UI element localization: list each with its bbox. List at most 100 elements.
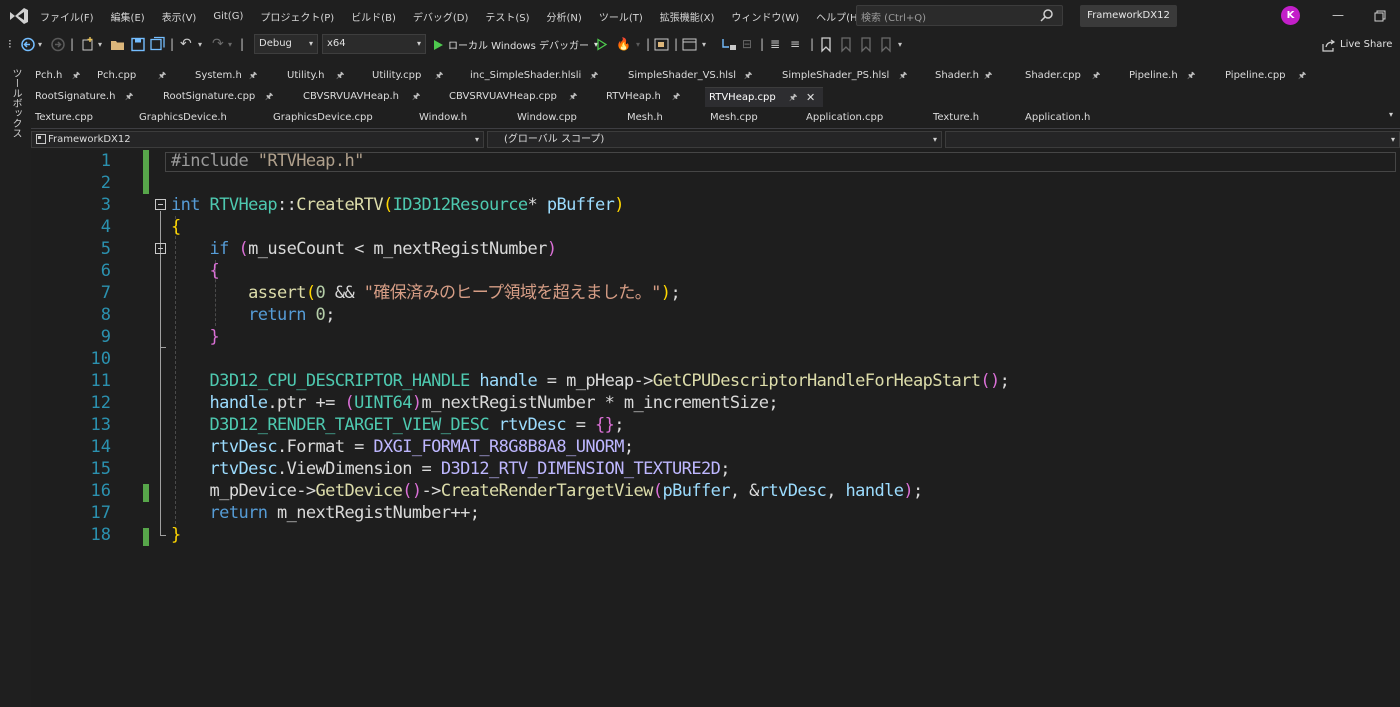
menu-file[interactable]: ファイル(F) bbox=[40, 9, 94, 24]
pin-icon[interactable]: 🖈 bbox=[899, 66, 907, 86]
tab-rootsignature-h[interactable]: RootSignature.h 🖈 bbox=[31, 87, 159, 107]
tab-pch-h[interactable]: Pch.h 🖈 bbox=[31, 66, 94, 86]
redo-icon[interactable]: ↷ bbox=[212, 36, 224, 53]
menu-analyze[interactable]: 分析(N) bbox=[547, 9, 582, 24]
menu-extensions[interactable]: 拡張機能(X) bbox=[660, 9, 715, 24]
navigate-forward-icon[interactable] bbox=[50, 36, 66, 53]
save-icon[interactable] bbox=[130, 36, 146, 53]
tab-cbvsrvuavheap-h[interactable]: CBVSRVUAVHeap.h 🖈 bbox=[299, 87, 445, 107]
menu-test[interactable]: テスト(S) bbox=[485, 9, 529, 24]
menu-view[interactable]: 表示(V) bbox=[162, 9, 197, 24]
tab-graphicsdevice-h[interactable]: GraphicsDevice.h bbox=[135, 108, 269, 128]
scope-dropdown[interactable]: (グローバル スコープ) ▾ bbox=[487, 131, 942, 148]
step-over-icon[interactable]: ⊟ bbox=[742, 36, 752, 53]
pin-icon[interactable]: 🖈 bbox=[744, 66, 752, 86]
menu-edit[interactable]: 編集(E) bbox=[111, 9, 145, 24]
start-without-debugging-icon[interactable] bbox=[596, 36, 608, 53]
browser-link-icon[interactable] bbox=[654, 36, 670, 53]
menu-tools[interactable]: ツール(T) bbox=[599, 9, 643, 24]
minimize-button[interactable]: — bbox=[1330, 8, 1346, 24]
dropdown-arrow-icon[interactable]: ▾ bbox=[898, 36, 902, 53]
uncomment-lines-icon[interactable]: ≡ bbox=[790, 36, 800, 53]
member-dropdown[interactable]: ▾ bbox=[945, 131, 1400, 148]
step-into-icon[interactable] bbox=[720, 36, 738, 53]
live-share-button[interactable]: Live Share bbox=[1322, 36, 1392, 53]
search-input[interactable]: 検索 (Ctrl+Q) bbox=[856, 5, 1063, 26]
tab-rtvheap-cpp[interactable]: RTVHeap.cpp 🖈 ✕ bbox=[705, 87, 823, 107]
collapse-region-icon[interactable] bbox=[155, 199, 166, 210]
pin-icon[interactable]: 🖈 bbox=[435, 66, 443, 86]
tab-shader-h[interactable]: Shader.h 🖈 bbox=[931, 66, 1021, 86]
solution-platform-select[interactable]: x64 ▾ bbox=[322, 34, 426, 54]
window-layout-icon[interactable] bbox=[682, 36, 698, 53]
tab-overflow-chevron-icon[interactable]: ▾ bbox=[1389, 110, 1393, 119]
pin-icon[interactable]: 🖈 bbox=[265, 87, 273, 107]
toolbox-tab[interactable]: ツールボックス bbox=[9, 68, 23, 138]
dropdown-arrow-icon[interactable]: ▾ bbox=[702, 36, 706, 53]
tab-texture-h[interactable]: Texture.h bbox=[929, 108, 1021, 128]
restore-button[interactable] bbox=[1372, 8, 1388, 24]
tab-simpleshader-ps-hlsl[interactable]: SimpleShader_PS.hlsl 🖈 bbox=[778, 66, 931, 86]
project-dropdown[interactable]: FrameworkDX12 ▾ bbox=[31, 131, 484, 148]
tab-system-h[interactable]: System.h 🖈 bbox=[191, 66, 283, 86]
pin-icon[interactable]: 🖈 bbox=[1298, 66, 1306, 86]
menu-git[interactable]: Git(G) bbox=[213, 11, 243, 22]
pin-icon[interactable]: 🖈 bbox=[249, 66, 257, 86]
hot-reload-icon[interactable]: 🔥 bbox=[616, 36, 631, 53]
pin-icon[interactable]: 🖈 bbox=[789, 88, 797, 108]
tab-utility-cpp[interactable]: Utility.cpp 🖈 bbox=[368, 66, 465, 86]
dropdown-arrow-icon[interactable]: ▾ bbox=[636, 36, 640, 53]
menu-build[interactable]: ビルド(B) bbox=[351, 9, 396, 24]
pin-icon[interactable]: 🖈 bbox=[590, 66, 598, 86]
tab-texture-cpp[interactable]: Texture.cpp bbox=[31, 108, 135, 128]
pin-icon[interactable]: 🖈 bbox=[569, 87, 577, 107]
visual-studio-logo-icon[interactable] bbox=[8, 6, 30, 26]
tab-rtvheap-h[interactable]: RTVHeap.h 🖈 bbox=[602, 87, 705, 107]
dropdown-arrow-icon[interactable]: ▾ bbox=[98, 36, 102, 53]
tab-pipeline-cpp[interactable]: Pipeline.cpp 🖈 bbox=[1221, 66, 1330, 86]
code-editor[interactable]: 1 2 3 4 5 6 7 8 9 10 11 12 13 14 15 16 1… bbox=[31, 150, 1400, 707]
collapse-region-icon[interactable] bbox=[155, 243, 166, 254]
pin-icon[interactable]: 🖈 bbox=[158, 66, 166, 86]
tab-application-h[interactable]: Application.h bbox=[1021, 108, 1135, 128]
account-avatar[interactable]: K bbox=[1281, 6, 1300, 25]
tab-rootsignature-cpp[interactable]: RootSignature.cpp 🖈 bbox=[159, 87, 299, 107]
tab-window-h[interactable]: Window.h bbox=[415, 108, 513, 128]
new-project-icon[interactable] bbox=[80, 36, 96, 53]
pin-icon[interactable]: 🖈 bbox=[1187, 66, 1195, 86]
tab-mesh-h[interactable]: Mesh.h bbox=[623, 108, 706, 128]
tab-mesh-cpp[interactable]: Mesh.cpp bbox=[706, 108, 802, 128]
dropdown-arrow-icon[interactable]: ▾ bbox=[198, 36, 202, 53]
open-folder-icon[interactable] bbox=[110, 36, 126, 53]
menu-help[interactable]: ヘルプ(H) bbox=[816, 9, 861, 24]
dropdown-arrow-icon[interactable]: ▾ bbox=[228, 36, 232, 53]
pin-icon[interactable]: 🖈 bbox=[412, 87, 420, 107]
solution-configuration-select[interactable]: Debug ▾ bbox=[254, 34, 318, 54]
pin-icon[interactable]: 🖈 bbox=[1092, 66, 1100, 86]
pin-icon[interactable]: 🖈 bbox=[336, 66, 344, 86]
tab-utility-h[interactable]: Utility.h 🖈 bbox=[283, 66, 368, 86]
undo-icon[interactable]: ↶ bbox=[180, 36, 192, 53]
menu-window[interactable]: ウィンドウ(W) bbox=[731, 9, 799, 24]
navigate-back-icon[interactable] bbox=[20, 36, 36, 53]
comment-lines-icon[interactable]: ≣ bbox=[770, 36, 780, 53]
close-icon[interactable]: ✕ bbox=[806, 88, 815, 108]
tab-cbvsrvuavheap-cpp[interactable]: CBVSRVUAVHeap.cpp 🖈 bbox=[445, 87, 602, 107]
pin-icon[interactable]: 🖈 bbox=[72, 66, 80, 86]
tab-simpleshader-vs-hlsl[interactable]: SimpleShader_VS.hlsl 🖈 bbox=[624, 66, 778, 86]
tab-pipeline-h[interactable]: Pipeline.h 🖈 bbox=[1125, 66, 1221, 86]
start-debugging-button[interactable]: ローカル Windows デバッガー ▾ bbox=[432, 35, 598, 54]
tab-pch-cpp[interactable]: Pch.cpp 🖈 bbox=[93, 66, 192, 86]
tab-application-cpp[interactable]: Application.cpp bbox=[802, 108, 929, 128]
dropdown-arrow-icon[interactable]: ▾ bbox=[38, 36, 42, 53]
menu-project[interactable]: プロジェクト(P) bbox=[260, 9, 334, 24]
tab-graphicsdevice-cpp[interactable]: GraphicsDevice.cpp bbox=[269, 108, 415, 128]
tab-window-cpp[interactable]: Window.cpp bbox=[513, 108, 623, 128]
tab-shader-cpp[interactable]: Shader.cpp 🖈 bbox=[1021, 66, 1125, 86]
menu-debug[interactable]: デバッグ(D) bbox=[413, 9, 469, 24]
previous-bookmark-icon[interactable] bbox=[840, 36, 852, 53]
tab-inc-simpleshader-hlsli[interactable]: inc_SimpleShader.hlsli 🖈 bbox=[466, 66, 624, 86]
bookmark-icon[interactable] bbox=[820, 36, 832, 53]
pin-icon[interactable]: 🖈 bbox=[125, 87, 133, 107]
clear-bookmarks-icon[interactable] bbox=[880, 36, 892, 53]
